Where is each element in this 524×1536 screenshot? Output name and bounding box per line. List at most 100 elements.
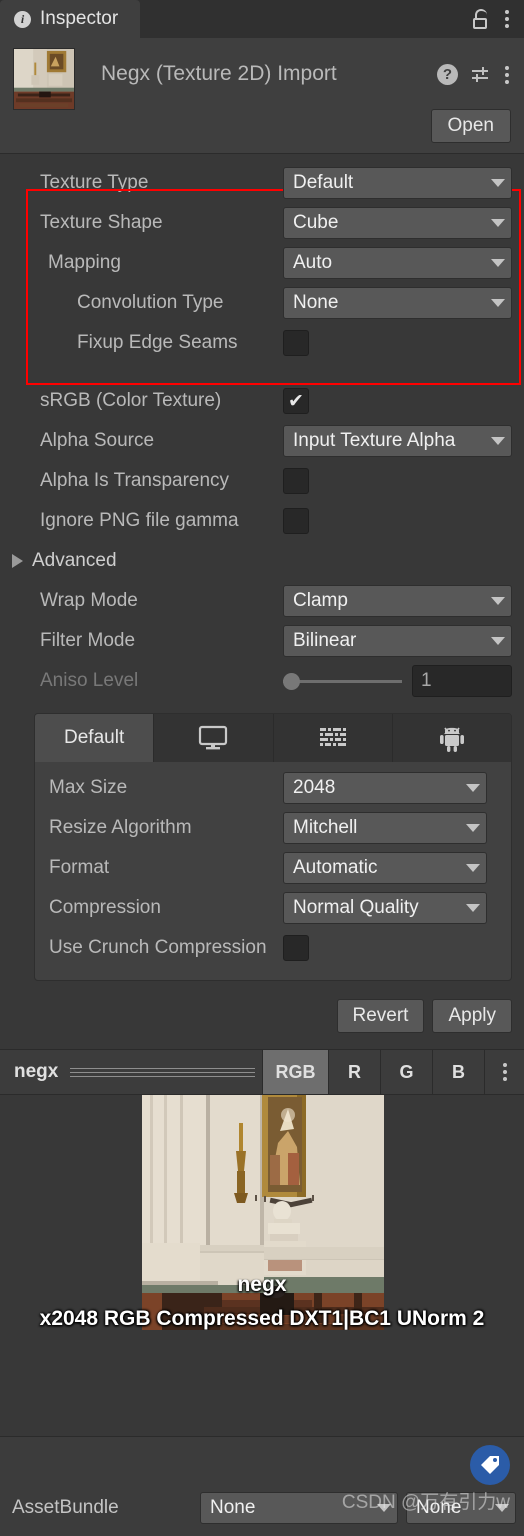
format-dropdown[interactable]: Automatic — [283, 852, 487, 884]
srgb-label: sRGB (Color Texture) — [40, 390, 222, 411]
assetbundle-label: AssetBundle — [12, 1497, 119, 1518]
row-alpha-is-transparency: Alpha Is Transparency — [0, 461, 524, 501]
fixup-edge-seams-label: Fixup Edge Seams — [77, 332, 238, 353]
assetbundle-row: AssetBundle None None — [0, 1492, 524, 1524]
aniso-level-field[interactable]: 1 — [412, 665, 512, 697]
srgb-checkbox[interactable] — [283, 388, 309, 414]
mapping-dropdown[interactable]: Auto — [283, 247, 512, 279]
preview-kebab-menu-icon[interactable] — [484, 1050, 524, 1094]
open-button[interactable]: Open — [430, 109, 511, 143]
chevron-down-icon — [491, 259, 505, 267]
monitor-icon — [198, 725, 228, 751]
format-label: Format — [49, 857, 110, 878]
row-fixup-edge-seams: Fixup Edge Seams — [0, 323, 524, 363]
preview-status-text: x2048 RGB Compressed DXT1|BC1 UNorm 2 — [39, 1307, 485, 1330]
row-mapping: Mapping Auto — [0, 243, 524, 283]
fixup-edge-seams-checkbox[interactable] — [283, 330, 309, 356]
assetbundle-variant-dropdown[interactable]: None — [406, 1492, 516, 1524]
android-icon — [439, 724, 465, 752]
tab-platform-console[interactable] — [274, 714, 393, 762]
assetbundle-footer: AssetBundle None None CSDN @万有引力w — [0, 1436, 524, 1536]
channel-button-r[interactable]: R — [328, 1050, 380, 1094]
advanced-label: Advanced — [32, 550, 117, 571]
chevron-down-icon — [491, 299, 505, 307]
max-size-dropdown[interactable]: 2048 — [283, 772, 487, 804]
slider-handle[interactable] — [283, 672, 300, 690]
assetbundle-dropdown[interactable]: None — [200, 1492, 398, 1524]
filter-mode-label: Filter Mode — [40, 630, 136, 651]
compression-label: Compression — [49, 897, 161, 918]
row-compression: Compression Normal Quality — [35, 888, 499, 928]
tabbar-actions — [472, 0, 524, 38]
resize-algorithm-label: Resize Algorithm — [49, 817, 192, 838]
inspector-tabbar: i Inspector — [0, 0, 524, 38]
compression-dropdown[interactable]: Normal Quality — [283, 892, 487, 924]
platform-tabs: Default — [35, 714, 511, 762]
row-use-crunch: Use Crunch Compression — [35, 928, 499, 968]
alpha-is-transparency-checkbox[interactable] — [283, 468, 309, 494]
max-size-label: Max Size — [49, 777, 128, 798]
advanced-foldout[interactable]: Advanced — [0, 541, 524, 581]
alpha-source-dropdown[interactable]: Input Texture Alpha — [283, 425, 512, 457]
chevron-down-icon — [495, 1504, 509, 1512]
revert-button[interactable]: Revert — [336, 999, 425, 1033]
mapping-label: Mapping — [48, 252, 121, 273]
console-icon — [319, 726, 347, 750]
preset-sliders-icon[interactable] — [470, 64, 491, 85]
row-aniso-level: Aniso Level 1 — [0, 661, 524, 701]
unlock-icon[interactable] — [472, 9, 489, 29]
texture-import-properties: Texture Type Default Texture Shape Cube … — [0, 154, 524, 1049]
row-resize-algorithm: Resize Algorithm Mitchell — [35, 808, 499, 848]
texture-thumbnail — [13, 48, 75, 110]
tab-platform-default-label: Default — [64, 727, 125, 748]
channel-button-g[interactable]: G — [380, 1050, 432, 1094]
filter-mode-dropdown[interactable]: Bilinear — [283, 625, 512, 657]
chevron-down-icon — [491, 597, 505, 605]
chevron-down-icon — [466, 864, 480, 872]
resize-algorithm-dropdown[interactable]: Mitchell — [283, 812, 487, 844]
channel-button-rgb[interactable]: RGB — [262, 1050, 328, 1094]
chevron-down-icon — [491, 219, 505, 227]
row-texture-shape: Texture Shape Cube — [0, 203, 524, 243]
chevron-down-icon — [491, 179, 505, 187]
apply-button[interactable]: Apply — [432, 999, 512, 1033]
wrap-mode-dropdown[interactable]: Clamp — [283, 585, 512, 617]
preview-area[interactable]: negx x2048 RGB Compressed DXT1|BC1 UNorm… — [0, 1095, 524, 1330]
slider-track[interactable] — [283, 672, 402, 690]
chevron-down-icon — [491, 437, 505, 445]
alpha-is-transparency-label: Alpha Is Transparency — [40, 470, 230, 491]
action-buttons: Revert Apply — [0, 981, 524, 1049]
preview-toolbar: negx RGB R G B — [0, 1049, 524, 1095]
row-srgb: sRGB (Color Texture) — [0, 381, 524, 421]
help-icon[interactable]: ? — [437, 64, 458, 85]
header-kebab-menu-icon[interactable] — [503, 64, 511, 86]
kebab-menu-icon[interactable] — [503, 8, 511, 30]
row-format: Format Automatic — [35, 848, 499, 888]
texture-type-dropdown[interactable]: Default — [283, 167, 512, 199]
channel-button-b[interactable]: B — [432, 1050, 484, 1094]
tab-platform-android[interactable] — [393, 714, 511, 762]
texture-shape-label: Texture Shape — [40, 212, 163, 233]
aniso-level-slider[interactable]: 1 — [283, 665, 512, 697]
use-crunch-checkbox[interactable] — [283, 935, 309, 961]
tag-icon[interactable] — [470, 1445, 510, 1485]
use-crunch-label: Use Crunch Compression — [49, 937, 267, 958]
texture-shape-dropdown[interactable]: Cube — [283, 207, 512, 239]
texture-type-label: Texture Type — [40, 172, 149, 193]
wrap-mode-label: Wrap Mode — [40, 590, 138, 611]
object-header: Negx (Texture 2D) Import ? Open — [0, 38, 524, 153]
chevron-down-icon — [466, 824, 480, 832]
tab-inspector[interactable]: i Inspector — [0, 0, 141, 38]
ignore-png-gamma-checkbox[interactable] — [283, 508, 309, 534]
convolution-type-dropdown[interactable]: None — [283, 287, 512, 319]
tab-inspector-label: Inspector — [40, 8, 119, 29]
row-filter-mode: Filter Mode Bilinear — [0, 621, 524, 661]
platform-settings-body: Max Size 2048 Resize Algorithm Mitchell … — [35, 762, 511, 980]
aniso-level-label: Aniso Level — [40, 670, 139, 691]
chevron-down-icon — [491, 637, 505, 645]
tab-platform-default[interactable]: Default — [35, 714, 155, 762]
chevron-down-icon — [466, 784, 480, 792]
tab-platform-standalone[interactable] — [154, 714, 274, 762]
preview-caption: negx — [237, 1273, 287, 1296]
drag-grip[interactable] — [70, 1067, 256, 1077]
